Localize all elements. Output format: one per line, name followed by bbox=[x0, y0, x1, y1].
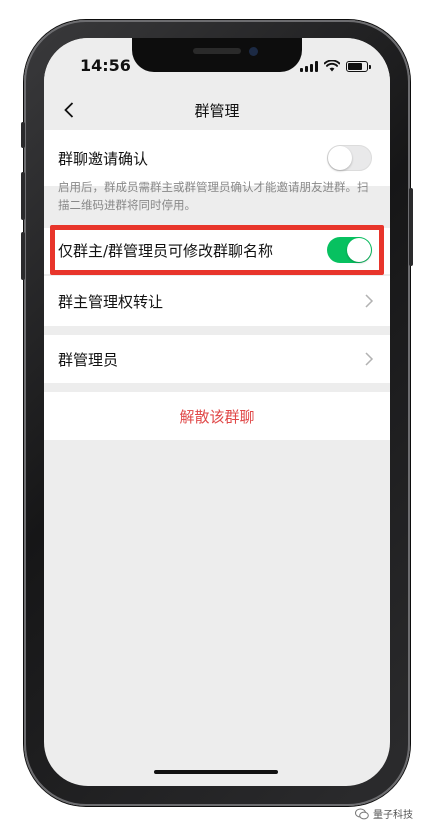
transfer-owner-row[interactable]: 群主管理权转让 bbox=[44, 276, 390, 326]
transfer-owner-label: 群主管理权转让 bbox=[58, 293, 164, 311]
group-admins-row[interactable]: 群管理员 bbox=[44, 335, 390, 383]
home-indicator bbox=[154, 770, 278, 774]
admin-rename-toggle[interactable] bbox=[327, 237, 372, 263]
chevron-right-icon bbox=[365, 294, 374, 308]
dissolve-group-button[interactable]: 解散该群聊 bbox=[44, 406, 390, 427]
volume-down-button bbox=[21, 232, 25, 280]
admin-rename-row[interactable]: 仅群主/群管理员可修改群聊名称 bbox=[44, 228, 390, 274]
notch bbox=[132, 38, 302, 72]
invite-confirm-toggle[interactable] bbox=[327, 145, 372, 171]
page-title: 群管理 bbox=[194, 102, 240, 120]
watermark-text: 量子科技 bbox=[373, 810, 413, 821]
watermark: 量子科技 bbox=[355, 806, 413, 821]
front-camera bbox=[249, 47, 258, 56]
speaker-grille bbox=[193, 48, 241, 54]
dissolve-group-row[interactable]: 解散该群聊 bbox=[44, 392, 390, 440]
toggle-knob bbox=[328, 146, 352, 170]
mute-switch bbox=[21, 122, 25, 148]
battery-icon bbox=[346, 61, 371, 72]
signal-icon bbox=[300, 61, 318, 72]
phone-screen: 14:56 群管理 群聊邀请确认 启用后，群成员需群主或群管理员确认才能邀请朋友… bbox=[44, 38, 390, 786]
power-button bbox=[409, 188, 413, 266]
wifi-icon bbox=[324, 60, 340, 72]
status-time: 14:56 bbox=[80, 56, 131, 75]
wechat-icon bbox=[355, 808, 369, 819]
invite-confirm-label: 群聊邀请确认 bbox=[58, 150, 149, 168]
admin-rename-label: 仅群主/群管理员可修改群聊名称 bbox=[58, 242, 274, 260]
volume-up-button bbox=[21, 172, 25, 220]
group-admins-label: 群管理员 bbox=[58, 351, 119, 369]
invite-confirm-description: 启用后，群成员需群主或群管理员确认才能邀请朋友进群。扫描二维码进群将同时停用。 bbox=[58, 180, 369, 212]
status-icons bbox=[300, 60, 371, 72]
toggle-knob bbox=[347, 238, 371, 262]
chevron-right-icon bbox=[365, 352, 374, 366]
navigation-bar: 群管理 bbox=[44, 90, 390, 130]
